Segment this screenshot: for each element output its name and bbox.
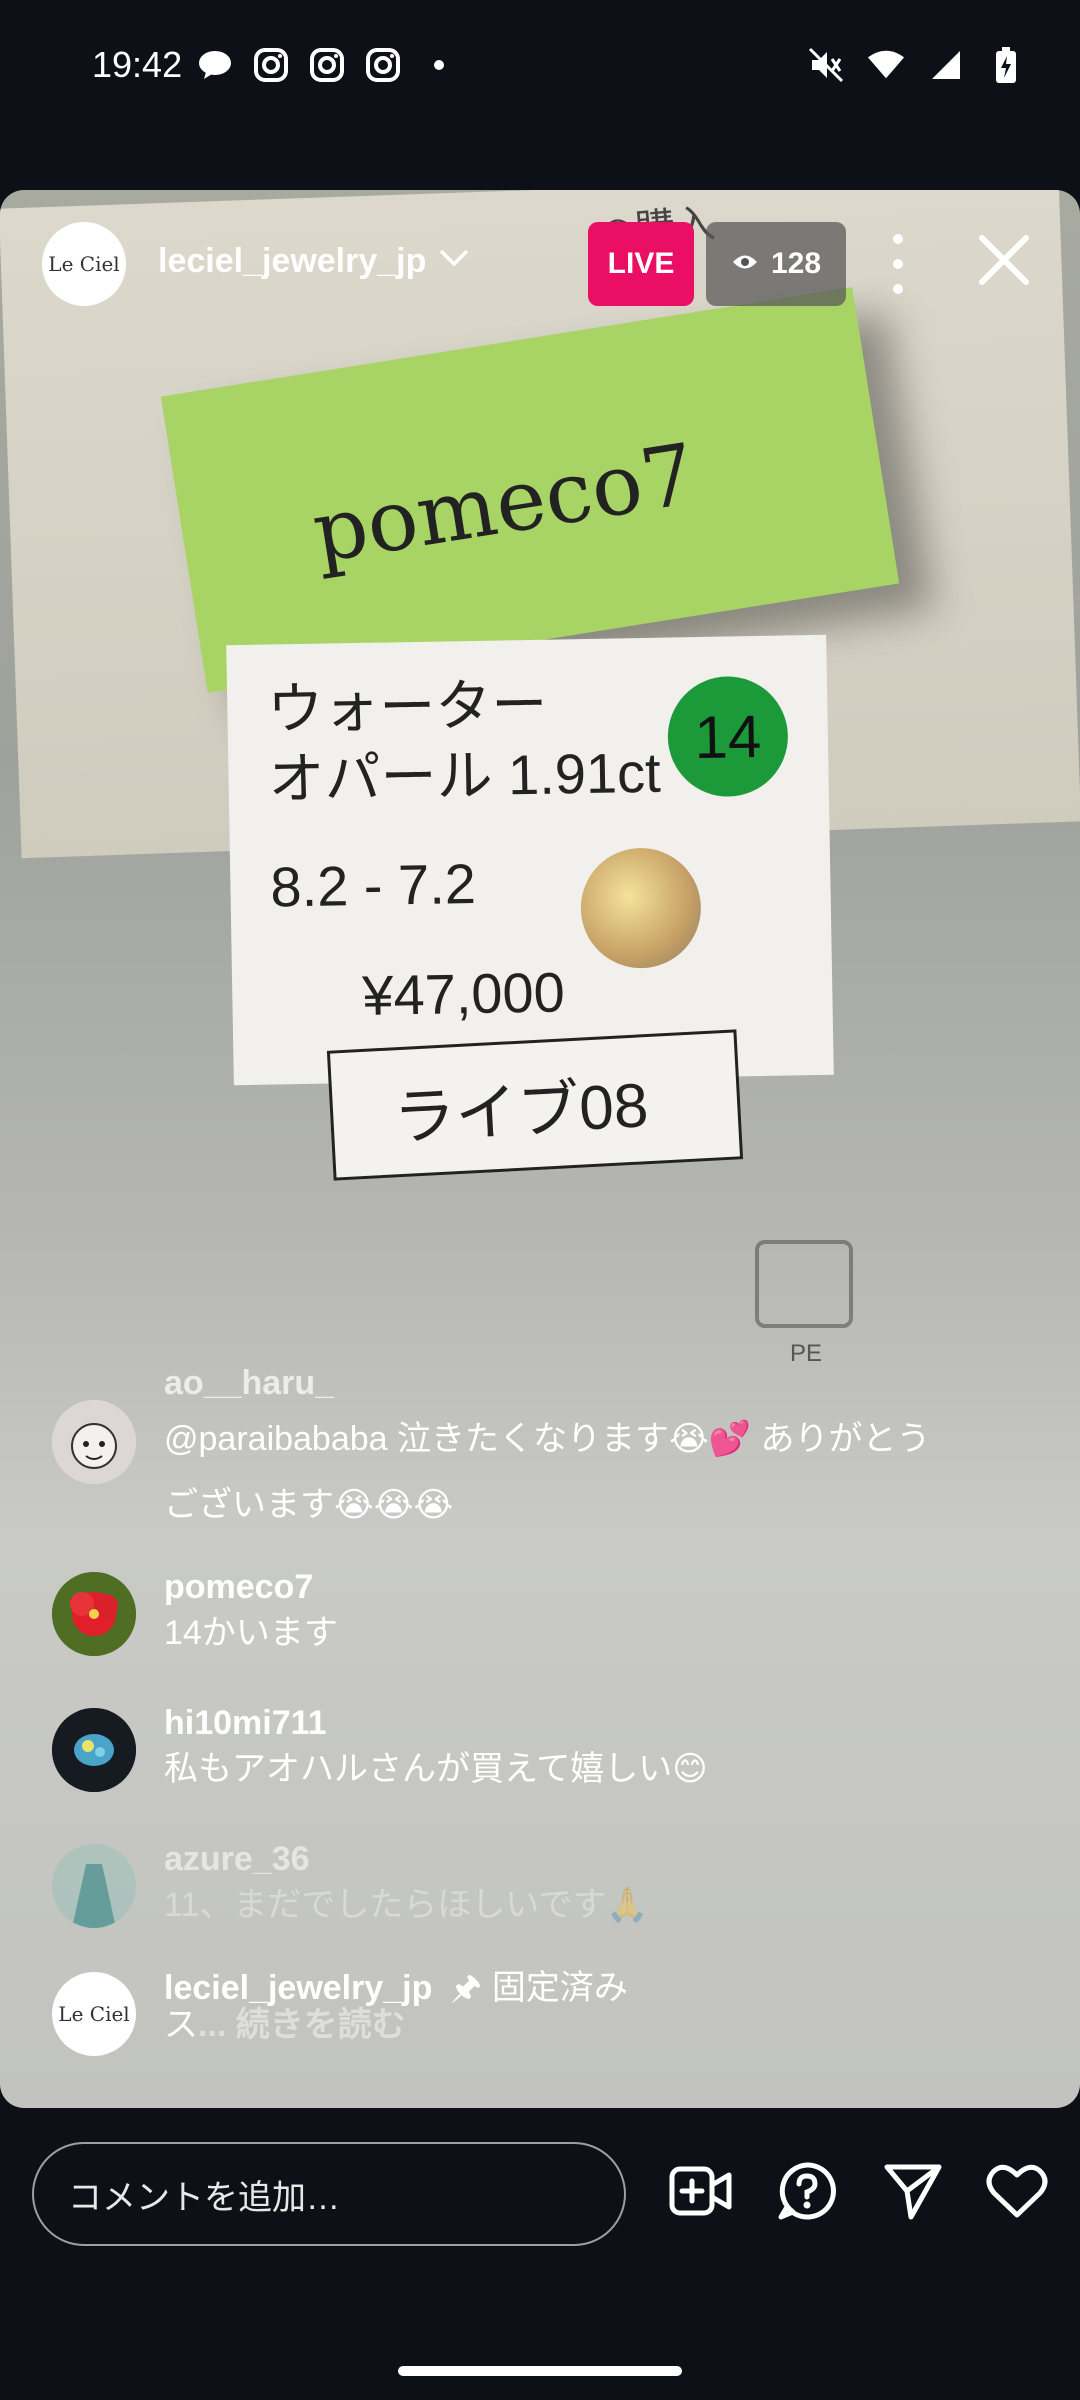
comment-text: 14かいます [164, 1614, 338, 1652]
instagram-icon [308, 46, 346, 84]
chat-bubble-icon [196, 46, 234, 84]
live-video[interactable]: ◎購入 pomeco7 ウォーター オパール 1.91ct 14 8.2 - 7… [0, 190, 1080, 2108]
read-more-link[interactable]: ... 続きを読む [198, 2006, 406, 2044]
dot-icon [420, 46, 458, 84]
notification-icons [196, 46, 458, 84]
system-icons [807, 46, 1025, 84]
comment-text: ス... 続きを読む [164, 1992, 964, 2058]
chevron-down-icon[interactable] [438, 248, 470, 273]
commenter-avatar[interactable] [52, 1572, 136, 1656]
heart-icon[interactable] [982, 2156, 1052, 2226]
comment-text: 11、まだでしたらほしいです🙏 [164, 1886, 649, 1924]
pe-label: PE [790, 1340, 823, 1367]
comment-text: 私もアオハルさんが買えて嬉しい😊 [164, 1750, 708, 1788]
comment-input[interactable]: コメントを追加… [32, 2142, 626, 2246]
card-line-2: オパール 1.91ct [267, 740, 662, 811]
live-header: Le Ciel leciel_jewelry_jp LIVE 128 [0, 190, 1080, 340]
status-bar: 19:42 [0, 0, 1080, 130]
comment-text: @paraibababa 泣きたくなります😭💕 ありがとうございます😭😭😭 [164, 1420, 931, 1524]
commenter-avatar[interactable] [52, 1844, 136, 1928]
comment-username[interactable]: ao__haru_ [164, 1364, 334, 1403]
status-time: 19:42 [92, 44, 183, 85]
bottom-bar: コメントを追加… [0, 2110, 1080, 2400]
commenter-avatar[interactable] [52, 1400, 136, 1484]
send-icon[interactable] [878, 2156, 948, 2226]
wifi-icon [867, 46, 905, 84]
instagram-icon [252, 46, 290, 84]
mute-icon [807, 46, 845, 84]
comment-text-prefix: ス [164, 2006, 198, 2044]
host-username[interactable]: leciel_jewelry_jp [158, 242, 426, 281]
live-badge: LIVE [588, 222, 694, 306]
viewer-count-badge[interactable]: 128 [706, 222, 846, 306]
card-line-3: 8.2 - 7.2 [269, 851, 477, 919]
product-card: ウォーター オパール 1.91ct 14 8.2 - 7.2 ¥47,000 [226, 634, 834, 1086]
host-avatar[interactable]: Le Ciel [42, 222, 126, 306]
card-price: ¥47,000 [361, 960, 566, 1027]
recycle-mark-icon [755, 1240, 853, 1328]
eye-icon [731, 247, 759, 281]
sticky-note-text: pomeco7 [306, 424, 702, 582]
commenter-avatar[interactable] [52, 1708, 136, 1792]
signal-icon [927, 46, 965, 84]
add-video-icon[interactable] [666, 2156, 736, 2226]
opal-stone [579, 847, 702, 970]
card-number-sticker: 14 [666, 675, 789, 798]
home-indicator[interactable] [398, 2366, 682, 2376]
instagram-icon [364, 46, 402, 84]
question-icon[interactable] [772, 2156, 842, 2226]
more-options-icon[interactable] [880, 234, 916, 294]
commenter-avatar[interactable]: Le Ciel [52, 1972, 136, 2056]
live-number-tag: ライブ08 [326, 1029, 744, 1181]
battery-charging-icon [987, 46, 1025, 84]
viewer-count: 128 [770, 247, 822, 280]
close-icon[interactable] [976, 232, 1032, 288]
